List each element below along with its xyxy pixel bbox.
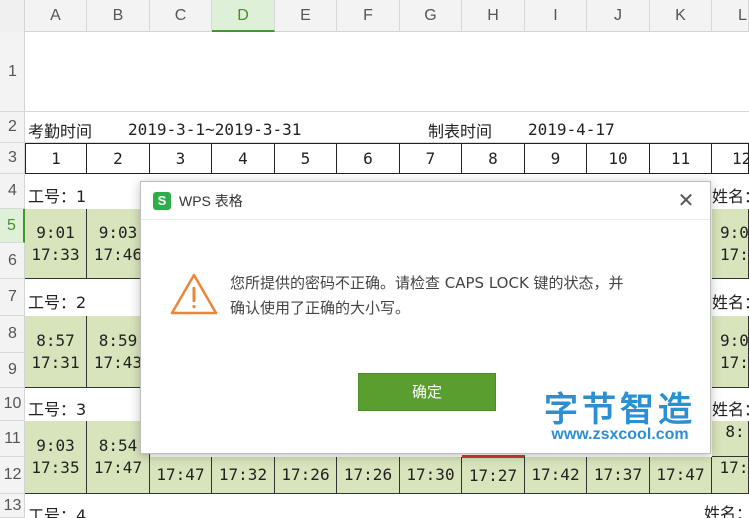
- clock-out: 17:: [720, 352, 749, 372]
- row-header-8[interactable]: 8: [0, 316, 25, 353]
- employee-id-label: 工号：4: [28, 506, 87, 518]
- column-header-g[interactable]: G: [400, 0, 462, 32]
- row-header-10[interactable]: 10: [0, 388, 25, 421]
- row-header-6[interactable]: 6: [0, 243, 25, 279]
- clock-out: 17:31: [31, 352, 80, 372]
- clock-in: 9:0: [720, 330, 749, 350]
- wps-spreadsheet-icon: S: [153, 192, 171, 210]
- row-header-5[interactable]: 5: [0, 209, 25, 243]
- day-number-cell[interactable]: 9: [525, 143, 587, 174]
- column-header-l[interactable]: L: [712, 0, 749, 32]
- error-message-line: 确认使用了正确的大小写。: [230, 299, 411, 317]
- select-all-corner[interactable]: [0, 0, 25, 32]
- close-icon[interactable]: ✕: [674, 188, 698, 212]
- watermark-url: www.zsxcool.com: [551, 426, 689, 443]
- column-header-h[interactable]: H: [462, 0, 525, 32]
- column-header-k[interactable]: K: [650, 0, 712, 32]
- column-header-a[interactable]: A: [25, 0, 87, 32]
- watermark-title: 字节智造: [544, 390, 696, 430]
- time-cell[interactable]: 17:37: [587, 457, 650, 494]
- day-number-cell[interactable]: 2: [87, 143, 150, 174]
- day-number-cell[interactable]: 6: [337, 143, 400, 174]
- clock-out: 17:: [720, 244, 749, 264]
- row-header-13[interactable]: 13: [0, 494, 25, 518]
- column-header-b[interactable]: B: [87, 0, 150, 32]
- time-cell[interactable]: 9:0 17:: [712, 209, 749, 279]
- row-header-2[interactable]: 2: [0, 112, 25, 143]
- column-header-i[interactable]: I: [525, 0, 587, 32]
- dialog-title-bar[interactable]: S WPS 表格 ✕: [141, 182, 710, 220]
- time-cell[interactable]: 17:26: [275, 457, 337, 494]
- day-number-cell[interactable]: 11: [650, 143, 712, 174]
- row-header-4[interactable]: 4: [0, 174, 25, 209]
- row-header-12[interactable]: 12: [0, 457, 25, 494]
- clock-out: 17:47: [93, 458, 143, 477]
- employee-name-label: 姓名：: [712, 187, 749, 206]
- time-cell[interactable]: 9:01 17:33: [25, 209, 87, 279]
- gridline: [25, 111, 749, 112]
- dialog-title: WPS 表格: [179, 193, 243, 209]
- time-cell[interactable]: 17:47: [150, 457, 212, 494]
- table-date-label: 制表时间: [428, 122, 493, 141]
- error-message: 您所提供的密码不正确。请检查 CAPS LOCK 键的状态，并 确认使用了正确的…: [230, 271, 700, 321]
- time-cell[interactable]: 17:42: [525, 457, 587, 494]
- day-number-cell[interactable]: 1: [25, 143, 87, 174]
- warning-icon: [170, 273, 218, 315]
- row-header-7[interactable]: 7: [0, 279, 25, 316]
- employee-id-label: 工号：3: [28, 400, 87, 419]
- row-header-11[interactable]: 11: [0, 421, 25, 457]
- time-cell[interactable]: 8:57 17:31: [25, 316, 87, 388]
- clock-in: 8:54: [98, 436, 138, 455]
- clock-in: 9:03: [98, 222, 138, 242]
- day-number-cell[interactable]: 3: [150, 143, 212, 174]
- clock-in: 9:0: [720, 222, 749, 242]
- clock-in: 8:57: [36, 330, 75, 350]
- day-number-cell[interactable]: 5: [275, 143, 337, 174]
- day-number-cell[interactable]: 8: [462, 143, 525, 174]
- column-header-e[interactable]: E: [275, 0, 337, 32]
- clock-out: 17:35: [31, 458, 80, 477]
- column-header-f[interactable]: F: [337, 0, 400, 32]
- day-number-cell[interactable]: 4: [212, 143, 275, 174]
- day-number-cell[interactable]: 12: [712, 143, 749, 174]
- clock-out: 17:33: [31, 244, 80, 264]
- employee-name-label: 姓名：: [712, 293, 749, 312]
- clock-in: 9:01: [36, 222, 75, 242]
- attendance-period-value: 2019-3-1~2019-3-31: [128, 120, 302, 139]
- time-cell[interactable]: 17:30: [400, 457, 462, 494]
- row-header-9[interactable]: 9: [0, 353, 25, 388]
- table-date-value: 2019-4-17: [528, 120, 615, 139]
- time-cell[interactable]: 17:26: [337, 457, 400, 494]
- attendance-period-label: 考勤时间: [28, 122, 93, 141]
- clock-in: 8:59: [98, 330, 138, 350]
- row-header-3[interactable]: 3: [0, 143, 25, 174]
- time-cell[interactable]: 17:: [712, 457, 749, 494]
- employee-id-label: 工号：2: [28, 293, 87, 312]
- time-cell[interactable]: 17:47: [650, 457, 712, 494]
- time-cell[interactable]: 9:03 17:35: [25, 421, 87, 494]
- time-cell[interactable]: 17:32: [212, 457, 275, 494]
- clock-out: 17:43: [93, 352, 143, 372]
- employee-name-label: 姓名：: [704, 504, 749, 518]
- column-header-j[interactable]: J: [587, 0, 650, 32]
- employee-id-label: 工号：1: [28, 187, 87, 206]
- row-header-1[interactable]: 1: [0, 32, 25, 112]
- day-number-cell[interactable]: 7: [400, 143, 462, 174]
- column-header-d[interactable]: D: [212, 0, 275, 32]
- column-header-row: A B C D E F G H I J K L: [0, 0, 749, 32]
- error-message-line: 您所提供的密码不正确。请检查 CAPS LOCK 键的状态，并: [230, 274, 624, 292]
- column-header-c[interactable]: C: [150, 0, 212, 32]
- clock-in: 9:03: [36, 436, 75, 455]
- time-cell[interactable]: 8:: [712, 421, 749, 457]
- time-cell[interactable]: 17:27: [462, 455, 525, 494]
- time-cell[interactable]: 9:0 17:: [712, 316, 749, 388]
- ok-button[interactable]: 确定: [358, 373, 496, 411]
- day-number-cell[interactable]: 10: [587, 143, 650, 174]
- clock-out: 17:46: [93, 244, 143, 264]
- employee-name-label: 姓名：: [712, 400, 749, 419]
- site-watermark: 字节智造 www.zsxcool.com: [530, 382, 710, 452]
